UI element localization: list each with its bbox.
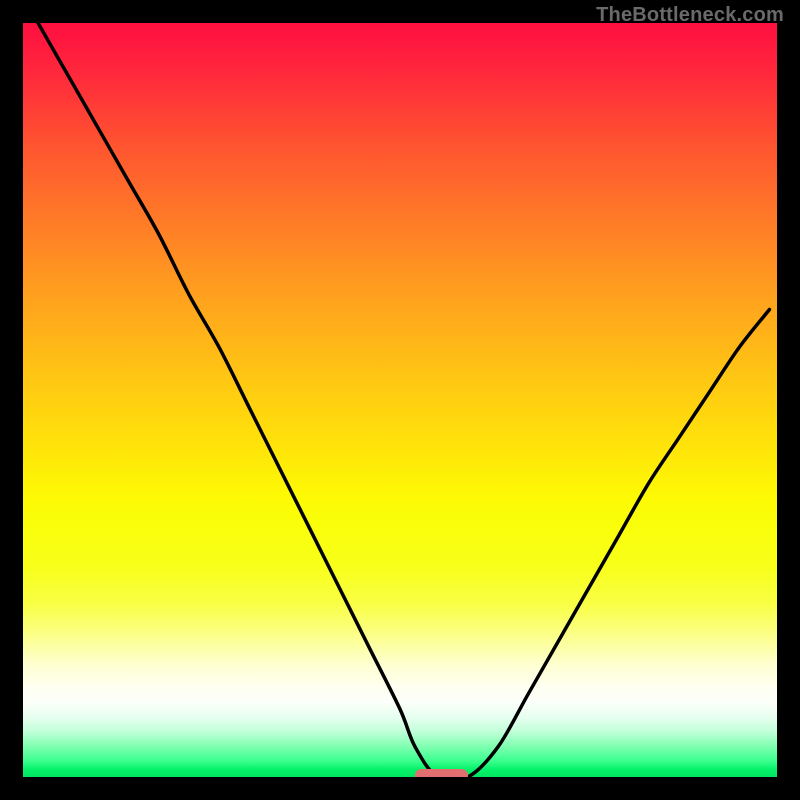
attribution-text: TheBottleneck.com (596, 4, 784, 27)
plot-area (23, 23, 777, 777)
bottleneck-curve (38, 23, 769, 777)
curve-svg (23, 23, 777, 777)
bottleneck-marker (415, 769, 468, 778)
chart-frame: TheBottleneck.com (0, 0, 800, 800)
